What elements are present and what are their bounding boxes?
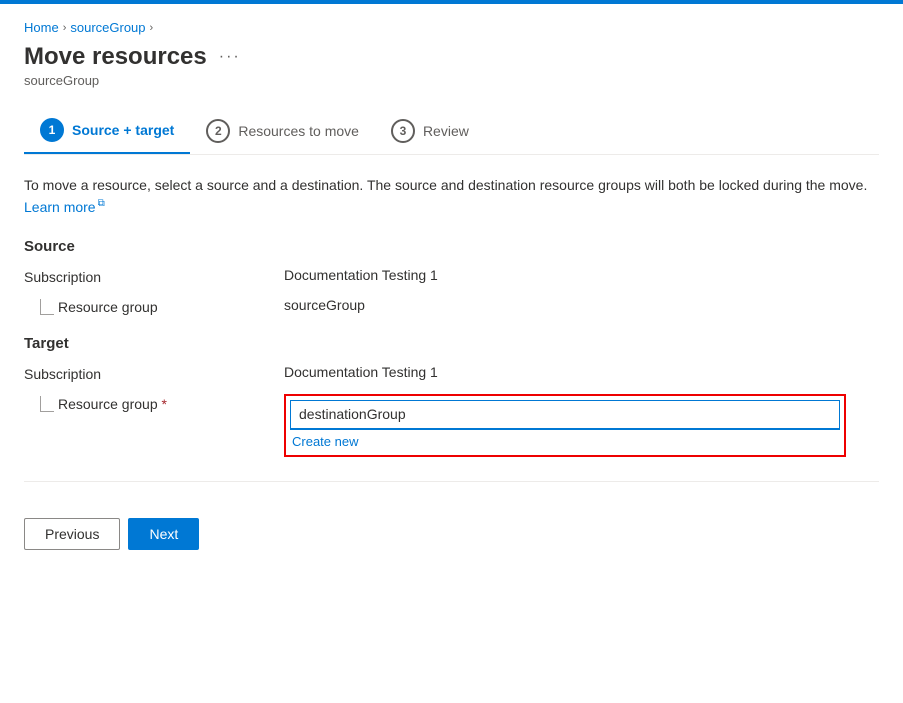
tab-review[interactable]: 3 Review	[375, 109, 485, 153]
target-subscription-row: Subscription Documentation Testing 1	[24, 364, 879, 382]
required-asterisk: *	[162, 396, 167, 412]
page-header: Move resources ···	[24, 43, 879, 71]
source-subscription-row: Subscription Documentation Testing 1	[24, 267, 879, 285]
resource-group-input[interactable]	[290, 400, 840, 430]
tab-1-circle: 1	[40, 118, 64, 142]
source-section-title: Source	[24, 238, 879, 255]
more-options-button[interactable]: ···	[219, 48, 241, 66]
target-resource-group-label-wrapper: Resource group *	[24, 394, 284, 412]
target-resource-group-input-wrapper: Create new ⌄	[284, 394, 846, 457]
footer-buttons: Previous Next	[24, 506, 879, 562]
page-title: Move resources	[24, 43, 207, 71]
target-subscription-label: Subscription	[24, 364, 284, 382]
main-content: Home › sourceGroup › Move resources ··· …	[0, 4, 903, 578]
target-section-title: Target	[24, 335, 879, 352]
source-resource-group-value: sourceGroup	[284, 297, 365, 313]
learn-more-link[interactable]: Learn more⧉	[24, 199, 105, 215]
create-new-link[interactable]: Create new	[290, 430, 840, 451]
target-resource-group-label: Resource group *	[58, 396, 167, 412]
breadcrumb: Home › sourceGroup ›	[24, 20, 879, 35]
info-description: To move a resource, select a source and …	[24, 177, 867, 193]
breadcrumb-home[interactable]: Home	[24, 20, 59, 35]
tab-resources-to-move[interactable]: 2 Resources to move	[190, 109, 375, 153]
source-resource-group-label: Resource group	[58, 299, 158, 315]
tab-2-label: Resources to move	[238, 123, 359, 139]
source-subscription-value: Documentation Testing 1	[284, 267, 438, 283]
info-text: To move a resource, select a source and …	[24, 175, 879, 218]
tab-2-circle: 2	[206, 119, 230, 143]
tab-source-target[interactable]: 1 Source + target	[24, 108, 190, 154]
resource-group-dropdown-container	[290, 400, 840, 430]
source-subscription-label: Subscription	[24, 267, 284, 285]
source-resource-group-row: Resource group sourceGroup	[24, 297, 879, 315]
highlighted-dropdown-box: Create new	[284, 394, 846, 457]
tab-3-label: Review	[423, 123, 469, 139]
source-resource-group-label-wrapper: Resource group	[24, 297, 284, 315]
previous-button[interactable]: Previous	[24, 518, 120, 550]
footer-divider	[24, 481, 879, 482]
breadcrumb-source-group[interactable]: sourceGroup	[70, 20, 145, 35]
next-button[interactable]: Next	[128, 518, 199, 550]
tab-1-label: Source + target	[72, 122, 174, 138]
tab-3-circle: 3	[391, 119, 415, 143]
wizard-tabs: 1 Source + target 2 Resources to move 3 …	[24, 108, 879, 155]
external-link-icon: ⧉	[98, 198, 105, 209]
page-subtitle: sourceGroup	[24, 73, 879, 88]
indent-corner-source	[40, 299, 54, 315]
indent-corner-target	[40, 396, 54, 412]
target-resource-group-row: Resource group * Create new ⌄	[24, 394, 879, 457]
target-subscription-value: Documentation Testing 1	[284, 364, 438, 380]
chevron-icon-2: ›	[150, 22, 154, 34]
chevron-icon-1: ›	[63, 22, 67, 34]
